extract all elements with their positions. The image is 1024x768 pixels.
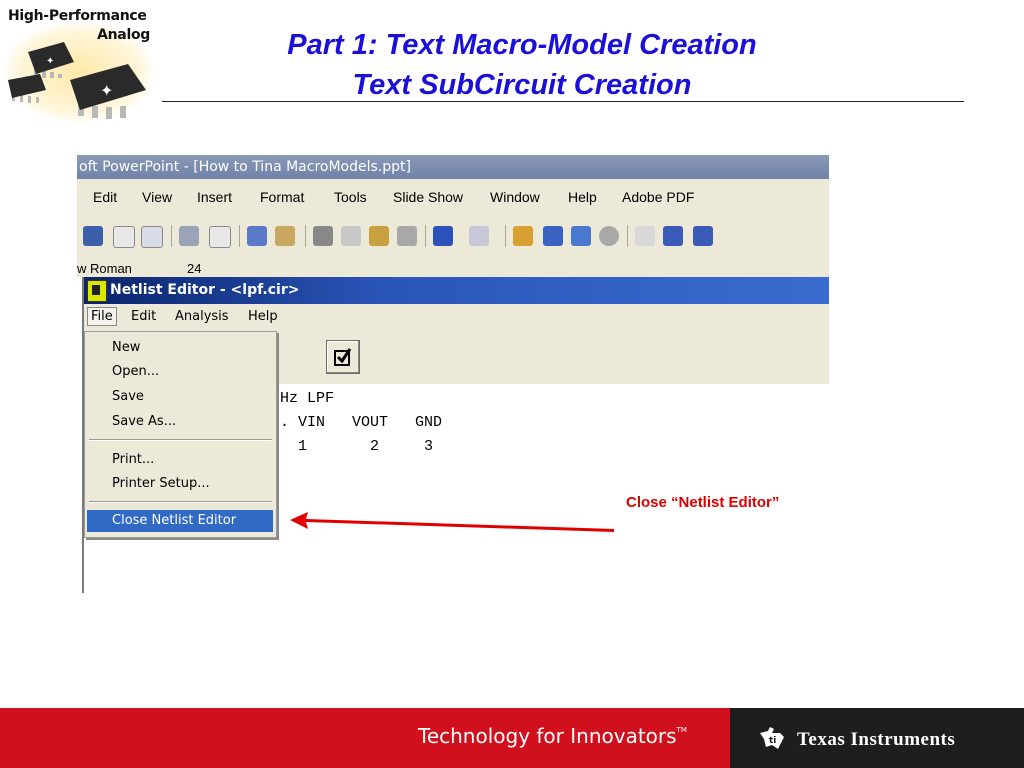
- show-formatting-icon[interactable]: [663, 226, 683, 246]
- ppt-menu-edit[interactable]: Edit: [93, 189, 117, 205]
- menu-item-save-as[interactable]: Save As...: [87, 411, 273, 433]
- paste-icon[interactable]: [369, 226, 389, 246]
- ppt-menu-adobe-pdf[interactable]: Adobe PDF: [622, 189, 694, 205]
- ne-menu-file[interactable]: File: [87, 307, 117, 326]
- menu-item-printer-setup[interactable]: Printer Setup...: [87, 473, 273, 495]
- svg-text:✦: ✦: [100, 81, 113, 100]
- tables-borders-icon[interactable]: [571, 226, 591, 246]
- powerpoint-titlebar: oft PowerPoint - [How to Tina MacroModel…: [77, 155, 829, 179]
- svg-text:ti: ti: [769, 736, 776, 746]
- footer-tagline-text: Technology for Innovators: [418, 724, 677, 748]
- netlist-editor-title: Netlist Editor - <lpf.cir>: [110, 282, 300, 298]
- ne-menu-analysis[interactable]: Analysis: [172, 309, 232, 324]
- ppt-menu-slide-show[interactable]: Slide Show: [393, 189, 463, 205]
- menu-item-open[interactable]: Open...: [87, 361, 273, 383]
- menu-item-print[interactable]: Print...: [87, 449, 273, 471]
- show-grid-icon[interactable]: [693, 226, 713, 246]
- format-painter-icon[interactable]: [397, 226, 417, 246]
- checkmark-icon: [334, 348, 352, 366]
- red-arrow-icon: [290, 512, 614, 532]
- texas-instruments-wordmark: Texas Instruments: [797, 729, 956, 750]
- research-icon[interactable]: [275, 226, 295, 246]
- ppt-menu-insert[interactable]: Insert: [197, 189, 232, 205]
- save-icon[interactable]: [83, 226, 103, 246]
- toolbar-separator: [425, 225, 426, 247]
- print-preview-icon[interactable]: [113, 226, 135, 248]
- netlist-line-3: 1 2 3: [271, 438, 434, 455]
- chip-small-icon: [8, 74, 46, 103]
- attach-icon[interactable]: [141, 226, 163, 248]
- ppt-menu-help[interactable]: Help: [568, 189, 597, 205]
- menu-separator: [89, 501, 272, 503]
- ppt-menu-view[interactable]: View: [142, 189, 172, 205]
- check-button[interactable]: [326, 340, 360, 374]
- font-name-box[interactable]: w Roman: [77, 261, 132, 276]
- expand-all-icon[interactable]: [635, 226, 655, 246]
- chip-large-icon: ✦: [70, 64, 146, 119]
- preview-icon[interactable]: [209, 226, 231, 248]
- trademark-mark: TM: [676, 726, 687, 734]
- spelling-icon[interactable]: [247, 226, 267, 246]
- toolbar-separator: [305, 225, 306, 247]
- menu-separator: [89, 439, 272, 441]
- menu-item-close-netlist-editor[interactable]: Close Netlist Editor: [87, 510, 273, 532]
- table-icon[interactable]: [543, 226, 563, 246]
- undo-icon[interactable]: [433, 226, 453, 246]
- chart-icon[interactable]: [513, 226, 533, 246]
- ppt-menu-format[interactable]: Format: [260, 189, 304, 205]
- netlist-editor-titlebar: Netlist Editor - <lpf.cir>: [84, 277, 829, 304]
- ne-menu-edit[interactable]: Edit: [128, 309, 159, 324]
- logo-line2: Analog: [97, 27, 150, 43]
- powerpoint-format-bar: w Roman 24: [77, 259, 829, 277]
- annotation-label: Close “Netlist Editor”: [626, 494, 780, 511]
- ne-menu-help[interactable]: Help: [245, 309, 281, 324]
- svg-text:✦: ✦: [46, 56, 54, 67]
- logo-line1: High-Performance: [8, 8, 147, 24]
- netlist-line-2: .. VIN VOUT GND: [271, 414, 443, 431]
- toolbar-separator: [171, 225, 172, 247]
- ti-logo-icon: ti: [760, 727, 784, 749]
- netlist-editor-menubar: File Edit Analysis Help: [84, 304, 829, 330]
- footer-tagline: Technology for InnovatorsTM: [418, 724, 687, 748]
- toolbar-separator: [627, 225, 628, 247]
- powerpoint-menubar: Edit View Insert Format Tools Slide Show…: [77, 179, 829, 216]
- ppt-menu-tools[interactable]: Tools: [334, 189, 367, 205]
- title-underline: [162, 101, 964, 102]
- netlist-line-1: 0Hz LPF: [271, 390, 335, 407]
- font-size-box[interactable]: 24: [187, 261, 201, 276]
- slide-title-line2: Text SubCircuit Creation: [352, 69, 692, 101]
- redo-icon[interactable]: [469, 226, 489, 246]
- menu-item-save[interactable]: Save: [87, 386, 273, 408]
- menu-item-new[interactable]: New: [87, 337, 273, 359]
- app-icon: [87, 280, 107, 302]
- toolbar-separator: [505, 225, 506, 247]
- print-icon[interactable]: [179, 226, 199, 246]
- toolbar-separator: [239, 225, 240, 247]
- file-menu-dropdown: New Open... Save Save As... Print... Pri…: [84, 331, 277, 538]
- cut-icon[interactable]: [313, 226, 333, 246]
- slide-title-line1: Part 1: Text Macro-Model Creation: [287, 29, 757, 61]
- ppt-menu-window[interactable]: Window: [490, 189, 540, 205]
- high-performance-analog-logo: High-Performance Analog ✦ ✦: [0, 0, 160, 124]
- copy-icon[interactable]: [341, 226, 361, 246]
- color-grayscale-icon[interactable]: [599, 226, 619, 246]
- powerpoint-toolbar: [77, 215, 829, 260]
